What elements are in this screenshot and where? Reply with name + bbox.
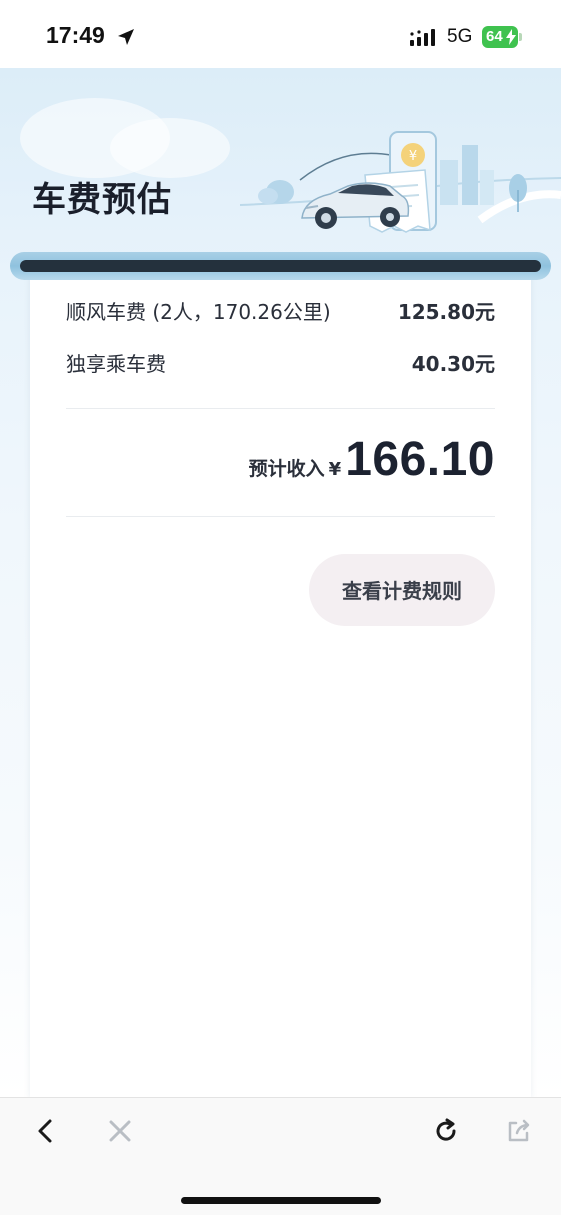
fee-row-shunfeng: 顺风车费 (2人，170.26公里) 125.80元 bbox=[66, 296, 495, 326]
status-time: 17:49 bbox=[46, 22, 105, 48]
estimated-income: 预计收入 ¥ 166.10 bbox=[249, 432, 495, 492]
battery-level: 64 bbox=[486, 28, 503, 45]
page: 17:49 5G 64 ¥ 车费预估 顺风车费 (2人，170.26公里) 12… bbox=[0, 0, 561, 1215]
share-icon[interactable] bbox=[505, 1117, 533, 1145]
fee-card bbox=[30, 266, 531, 1098]
total-label: 预计收入 bbox=[248, 458, 325, 480]
refresh-icon[interactable] bbox=[432, 1117, 460, 1145]
car-receipt-illustration: ¥ bbox=[240, 131, 561, 233]
scroll-slot-decoration bbox=[20, 260, 541, 272]
fee-row-exclusive: 独享乘车费 40.30元 bbox=[66, 348, 495, 378]
svg-text:¥: ¥ bbox=[409, 149, 417, 164]
charging-icon bbox=[506, 29, 516, 45]
close-icon[interactable] bbox=[106, 1117, 134, 1145]
view-fee-rules-button[interactable]: 查看计费规则 bbox=[309, 554, 495, 626]
battery-tip bbox=[519, 33, 522, 41]
fee-amount: 125.80元 bbox=[397, 300, 495, 324]
fee-label: 顺风车费 (2人，170.26公里) bbox=[66, 300, 331, 324]
divider bbox=[66, 408, 495, 409]
signal-icon bbox=[410, 29, 435, 46]
fee-label: 独享乘车费 bbox=[66, 352, 166, 376]
total-amount: 166.10 bbox=[345, 433, 495, 486]
back-icon[interactable] bbox=[32, 1117, 60, 1145]
location-arrow-icon bbox=[118, 29, 134, 45]
fee-amount: 40.30元 bbox=[411, 352, 495, 376]
cloud-decoration bbox=[110, 118, 230, 178]
divider bbox=[66, 516, 495, 517]
home-indicator[interactable] bbox=[181, 1197, 381, 1204]
page-title: 车费预估 bbox=[32, 180, 172, 220]
status-bar: 17:49 5G 64 bbox=[0, 0, 561, 68]
currency-symbol: ¥ bbox=[328, 459, 342, 480]
network-label: 5G bbox=[447, 26, 473, 47]
